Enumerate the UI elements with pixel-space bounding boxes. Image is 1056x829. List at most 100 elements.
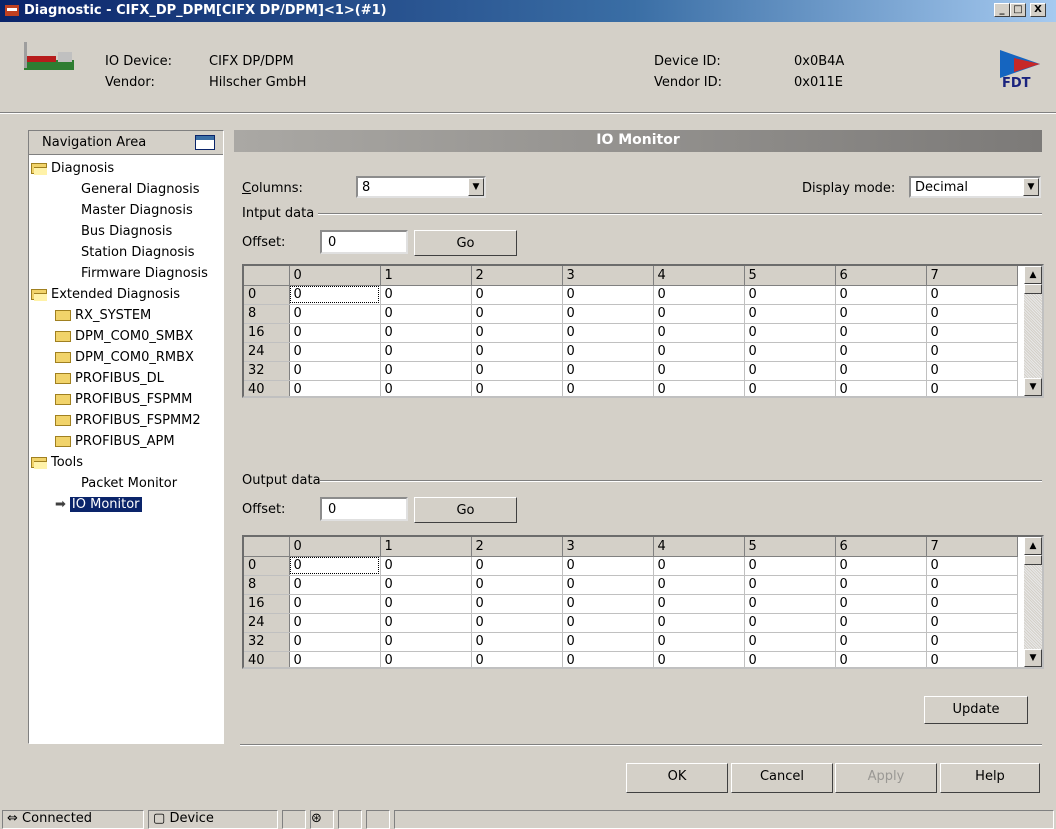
table-cell[interactable]: 0: [835, 380, 927, 396]
table-cell[interactable]: 0: [744, 285, 836, 305]
table-cell[interactable]: 0: [289, 632, 381, 652]
table-cell[interactable]: 0: [835, 632, 927, 652]
table-cell[interactable]: 0: [562, 575, 654, 595]
column-header[interactable]: 2: [471, 266, 563, 286]
input-data-grid[interactable]: 0 1 2 3 4 5 6 7 0 0 0 0 0 0 0 0 0 8 0 0 0 0 0 0 0 0 16 0 0 0 0 0 0 0 0 24 0 0…: [242, 264, 1044, 398]
row-header[interactable]: 16: [244, 594, 290, 614]
table-row[interactable]: 32 0 0 0 0 0 0 0 0: [244, 632, 1018, 652]
output-data-grid[interactable]: 0 1 2 3 4 5 6 7 0 0 0 0 0 0 0 0 0 8 0 0 0 0 0 0 0 0 16 0 0 0 0 0 0 0 0 24 0 0…: [242, 535, 1044, 669]
input-grid-vertical-scrollbar[interactable]: ▲ ▼: [1024, 266, 1042, 396]
table-cell[interactable]: 0: [926, 575, 1018, 595]
input-offset-field[interactable]: 0: [320, 230, 408, 254]
table-cell[interactable]: 0: [744, 323, 836, 343]
output-grid-table[interactable]: 0 1 2 3 4 5 6 7 0 0 0 0 0 0 0 0 0 8 0 0 0 0 0 0 0 0 16 0 0 0 0 0 0 0 0 24 0 0…: [244, 537, 1018, 667]
nav-item-dpm-com0-rmbx[interactable]: DPM_COM0_RMBX: [55, 350, 194, 365]
table-cell[interactable]: 0: [653, 651, 745, 667]
table-cell[interactable]: 0: [289, 323, 381, 343]
table-cell[interactable]: 0: [471, 342, 563, 362]
table-cell[interactable]: 0: [653, 632, 745, 652]
table-cell[interactable]: 0: [471, 285, 563, 305]
table-cell[interactable]: 0: [471, 361, 563, 381]
table-row[interactable]: 16 0 0 0 0 0 0 0 0: [244, 323, 1018, 343]
column-header[interactable]: 6: [835, 266, 927, 286]
scroll-up-icon[interactable]: ▲: [1024, 266, 1042, 284]
table-row[interactable]: 800000000: [244, 304, 1018, 324]
table-cell[interactable]: 0: [380, 556, 472, 576]
table-cell[interactable]: 0: [926, 342, 1018, 362]
scroll-down-icon[interactable]: ▼: [1024, 649, 1042, 667]
column-header[interactable]: 1: [380, 537, 472, 557]
table-cell[interactable]: 0: [471, 632, 563, 652]
table-cell[interactable]: 0: [380, 651, 472, 667]
table-row[interactable]: 40 0 0 0 0 0 0 0 0: [244, 380, 1018, 396]
table-cell[interactable]: 0: [289, 361, 381, 381]
table-cell[interactable]: 0: [835, 323, 927, 343]
table-cell[interactable]: 0: [653, 342, 745, 362]
ok-button[interactable]: OK: [626, 763, 728, 793]
apply-button[interactable]: Apply: [835, 763, 937, 793]
table-cell[interactable]: 0: [926, 323, 1018, 343]
nav-item-profibus-fspmm2[interactable]: PROFIBUS_FSPMM2: [55, 413, 201, 428]
table-cell[interactable]: 0: [653, 594, 745, 614]
nav-item-packet-monitor[interactable]: Packet Monitor: [81, 476, 177, 491]
scroll-thumb[interactable]: [1024, 555, 1042, 565]
nav-item-extended-diagnosis[interactable]: Extended Diagnosis: [31, 287, 180, 302]
table-cell[interactable]: 0: [653, 556, 745, 576]
nav-item-rx-system[interactable]: RX_SYSTEM: [55, 308, 151, 323]
table-cell[interactable]: 0: [926, 361, 1018, 381]
table-cell[interactable]: 0: [835, 651, 927, 667]
table-cell[interactable]: 0: [744, 342, 836, 362]
row-header[interactable]: 32: [244, 632, 290, 652]
nav-item-station-diagnosis[interactable]: Station Diagnosis: [81, 245, 195, 260]
nav-item-profibus-fspmm[interactable]: PROFIBUS_FSPMM: [55, 392, 192, 407]
column-header[interactable]: 7: [926, 537, 1018, 557]
table-cell[interactable]: 0: [835, 594, 927, 614]
table-cell[interactable]: 0: [289, 575, 381, 595]
scroll-thumb[interactable]: [1024, 284, 1042, 294]
display-mode-select[interactable]: Decimal ▼: [909, 176, 1041, 198]
table-cell[interactable]: 0: [926, 613, 1018, 633]
table-cell[interactable]: 0: [926, 556, 1018, 576]
table-cell[interactable]: 0: [835, 304, 927, 324]
output-grid-vertical-scrollbar[interactable]: ▲ ▼: [1024, 537, 1042, 667]
scroll-up-icon[interactable]: ▲: [1024, 537, 1042, 555]
nav-item-master-diagnosis[interactable]: Master Diagnosis: [81, 203, 193, 218]
table-cell[interactable]: 0: [653, 575, 745, 595]
row-header[interactable]: 8: [244, 575, 290, 595]
table-row[interactable]: 24 0 0 0 0 0 0 0 0: [244, 613, 1018, 633]
column-header[interactable]: 0: [289, 537, 381, 557]
table-cell[interactable]: 0: [744, 651, 836, 667]
table-cell[interactable]: 0: [471, 556, 563, 576]
table-cell[interactable]: 0: [380, 380, 472, 396]
table-cell[interactable]: 0: [562, 285, 654, 305]
column-header[interactable]: 6: [835, 537, 927, 557]
table-cell[interactable]: 0: [471, 594, 563, 614]
cancel-button[interactable]: Cancel: [731, 763, 833, 793]
column-header[interactable]: 0: [289, 266, 381, 286]
table-cell[interactable]: 0: [289, 342, 381, 362]
minimize-button[interactable]: _: [994, 3, 1010, 17]
table-cell[interactable]: 0: [562, 556, 654, 576]
column-header[interactable]: 4: [653, 266, 745, 286]
row-header[interactable]: 40: [244, 651, 290, 667]
table-cell[interactable]: 0: [653, 285, 745, 305]
column-header[interactable]: 3: [562, 266, 654, 286]
row-header[interactable]: 0: [244, 285, 290, 305]
table-cell[interactable]: 0: [380, 575, 472, 595]
table-cell[interactable]: 0: [289, 556, 381, 576]
table-cell[interactable]: 0: [380, 304, 472, 324]
table-cell[interactable]: 0: [744, 304, 836, 324]
table-cell[interactable]: 0: [562, 613, 654, 633]
nav-item-dpm-com0-smbx[interactable]: DPM_COM0_SMBX: [55, 329, 193, 344]
output-offset-field[interactable]: 0: [320, 497, 408, 521]
table-cell[interactable]: 0: [835, 285, 927, 305]
table-cell[interactable]: 0: [562, 594, 654, 614]
table-cell[interactable]: 0: [380, 594, 472, 614]
table-cell[interactable]: 0: [835, 575, 927, 595]
nav-item-diagnosis[interactable]: Diagnosis: [31, 161, 114, 176]
table-cell[interactable]: 0: [471, 651, 563, 667]
table-cell[interactable]: 0: [471, 304, 563, 324]
table-cell[interactable]: 0: [380, 632, 472, 652]
table-cell[interactable]: 0: [926, 632, 1018, 652]
table-cell[interactable]: 0: [835, 361, 927, 381]
